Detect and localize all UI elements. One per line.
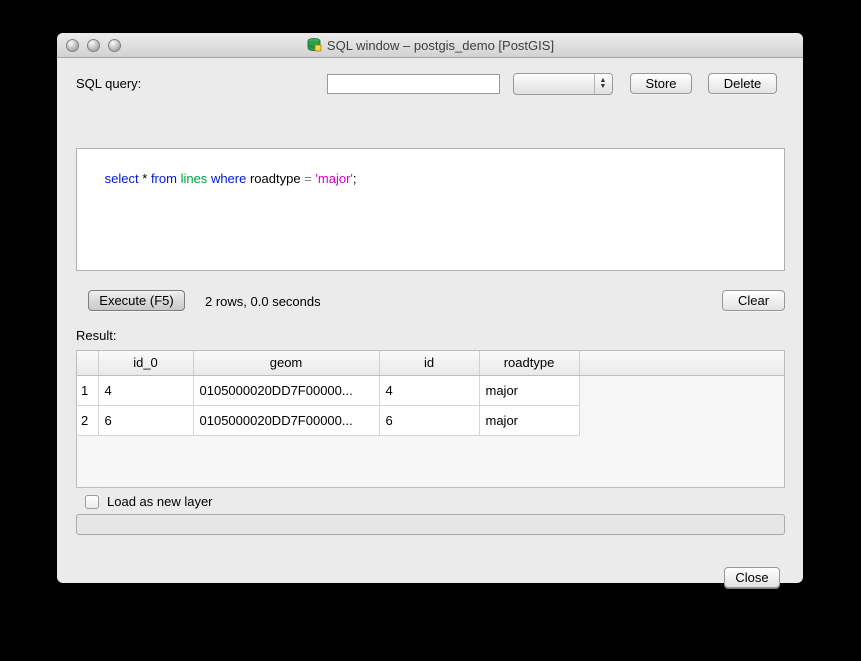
sql-code-line: select * from lines where roadtype = 'ma…: [105, 171, 357, 186]
table-cell[interactable]: 4: [98, 375, 193, 405]
query-name-input[interactable]: [327, 74, 500, 94]
column-header-geom[interactable]: geom: [193, 351, 379, 375]
table-row[interactable]: 260105000020DD7F00000...6major: [77, 405, 785, 435]
database-icon: [306, 37, 322, 53]
column-header-roadtype[interactable]: roadtype: [479, 351, 579, 375]
clear-button[interactable]: Clear: [722, 290, 785, 311]
table-cell[interactable]: major: [479, 405, 579, 435]
sql-token: from: [151, 171, 177, 186]
dialog-content: SQL query: ▲▼ Store Delete select * from…: [57, 58, 803, 583]
result-table-header: id_0geomidroadtype: [77, 351, 785, 375]
result-table[interactable]: id_0geomidroadtype 140105000020DD7F00000…: [76, 350, 785, 488]
result-grid: id_0geomidroadtype 140105000020DD7F00000…: [77, 351, 785, 436]
sql-token: lines: [181, 171, 208, 186]
dropdown-stepper-icon: ▲▼: [594, 74, 611, 94]
execution-status: 2 rows, 0.0 seconds: [205, 294, 321, 309]
close-button[interactable]: Close: [724, 567, 780, 588]
header-row: id_0geomidroadtype: [77, 351, 785, 375]
table-cell-filler: [579, 375, 785, 405]
stored-query-dropdown[interactable]: ▲▼: [513, 73, 613, 95]
query-bar: SQL query: ▲▼ Store Delete: [76, 72, 785, 96]
table-cell[interactable]: 6: [98, 405, 193, 435]
execute-bar: Execute (F5) 2 rows, 0.0 seconds Clear: [76, 290, 785, 312]
sql-token: 'major': [315, 171, 352, 186]
delete-button[interactable]: Delete: [708, 73, 777, 94]
sql-window: SQL window – postgis_demo [PostGIS] SQL …: [57, 33, 803, 583]
sql-token: =: [304, 171, 312, 186]
table-cell-filler: [579, 405, 785, 435]
window-title-group: SQL window – postgis_demo [PostGIS]: [306, 37, 554, 53]
result-label: Result:: [76, 328, 116, 343]
result-table-body: 140105000020DD7F00000...4major2601050000…: [77, 375, 785, 435]
sql-token: roadtype: [246, 171, 304, 186]
layer-name-input[interactable]: [76, 514, 785, 535]
table-row[interactable]: 140105000020DD7F00000...4major: [77, 375, 785, 405]
table-cell[interactable]: 4: [379, 375, 479, 405]
minimize-window-button[interactable]: [87, 39, 100, 52]
window-title: SQL window – postgis_demo [PostGIS]: [327, 38, 554, 53]
close-window-button[interactable]: [66, 39, 79, 52]
sql-token: ;: [353, 171, 357, 186]
row-number-cell[interactable]: 2: [77, 405, 98, 435]
row-number-cell[interactable]: 1: [77, 375, 98, 405]
sql-editor[interactable]: select * from lines where roadtype = 'ma…: [76, 148, 785, 271]
table-cell[interactable]: 0105000020DD7F00000...: [193, 405, 379, 435]
sql-token: *: [139, 171, 151, 186]
column-header-blank: [579, 351, 785, 375]
execute-button[interactable]: Execute (F5): [88, 290, 185, 311]
store-button[interactable]: Store: [630, 73, 692, 94]
sql-token: select: [105, 171, 139, 186]
zoom-window-button[interactable]: [108, 39, 121, 52]
sql-query-label: SQL query:: [76, 76, 141, 91]
load-as-new-layer-checkbox[interactable]: [85, 495, 99, 509]
table-cell[interactable]: 0105000020DD7F00000...: [193, 375, 379, 405]
column-header-id[interactable]: id: [379, 351, 479, 375]
column-header-blank: [77, 351, 98, 375]
titlebar[interactable]: SQL window – postgis_demo [PostGIS]: [57, 33, 803, 58]
load-as-new-layer-label: Load as new layer: [107, 494, 213, 509]
table-cell[interactable]: major: [479, 375, 579, 405]
table-cell[interactable]: 6: [379, 405, 479, 435]
column-header-id_0[interactable]: id_0: [98, 351, 193, 375]
traffic-lights: [66, 39, 121, 52]
sql-token: where: [211, 171, 246, 186]
load-layer-row: Load as new layer: [85, 494, 213, 509]
